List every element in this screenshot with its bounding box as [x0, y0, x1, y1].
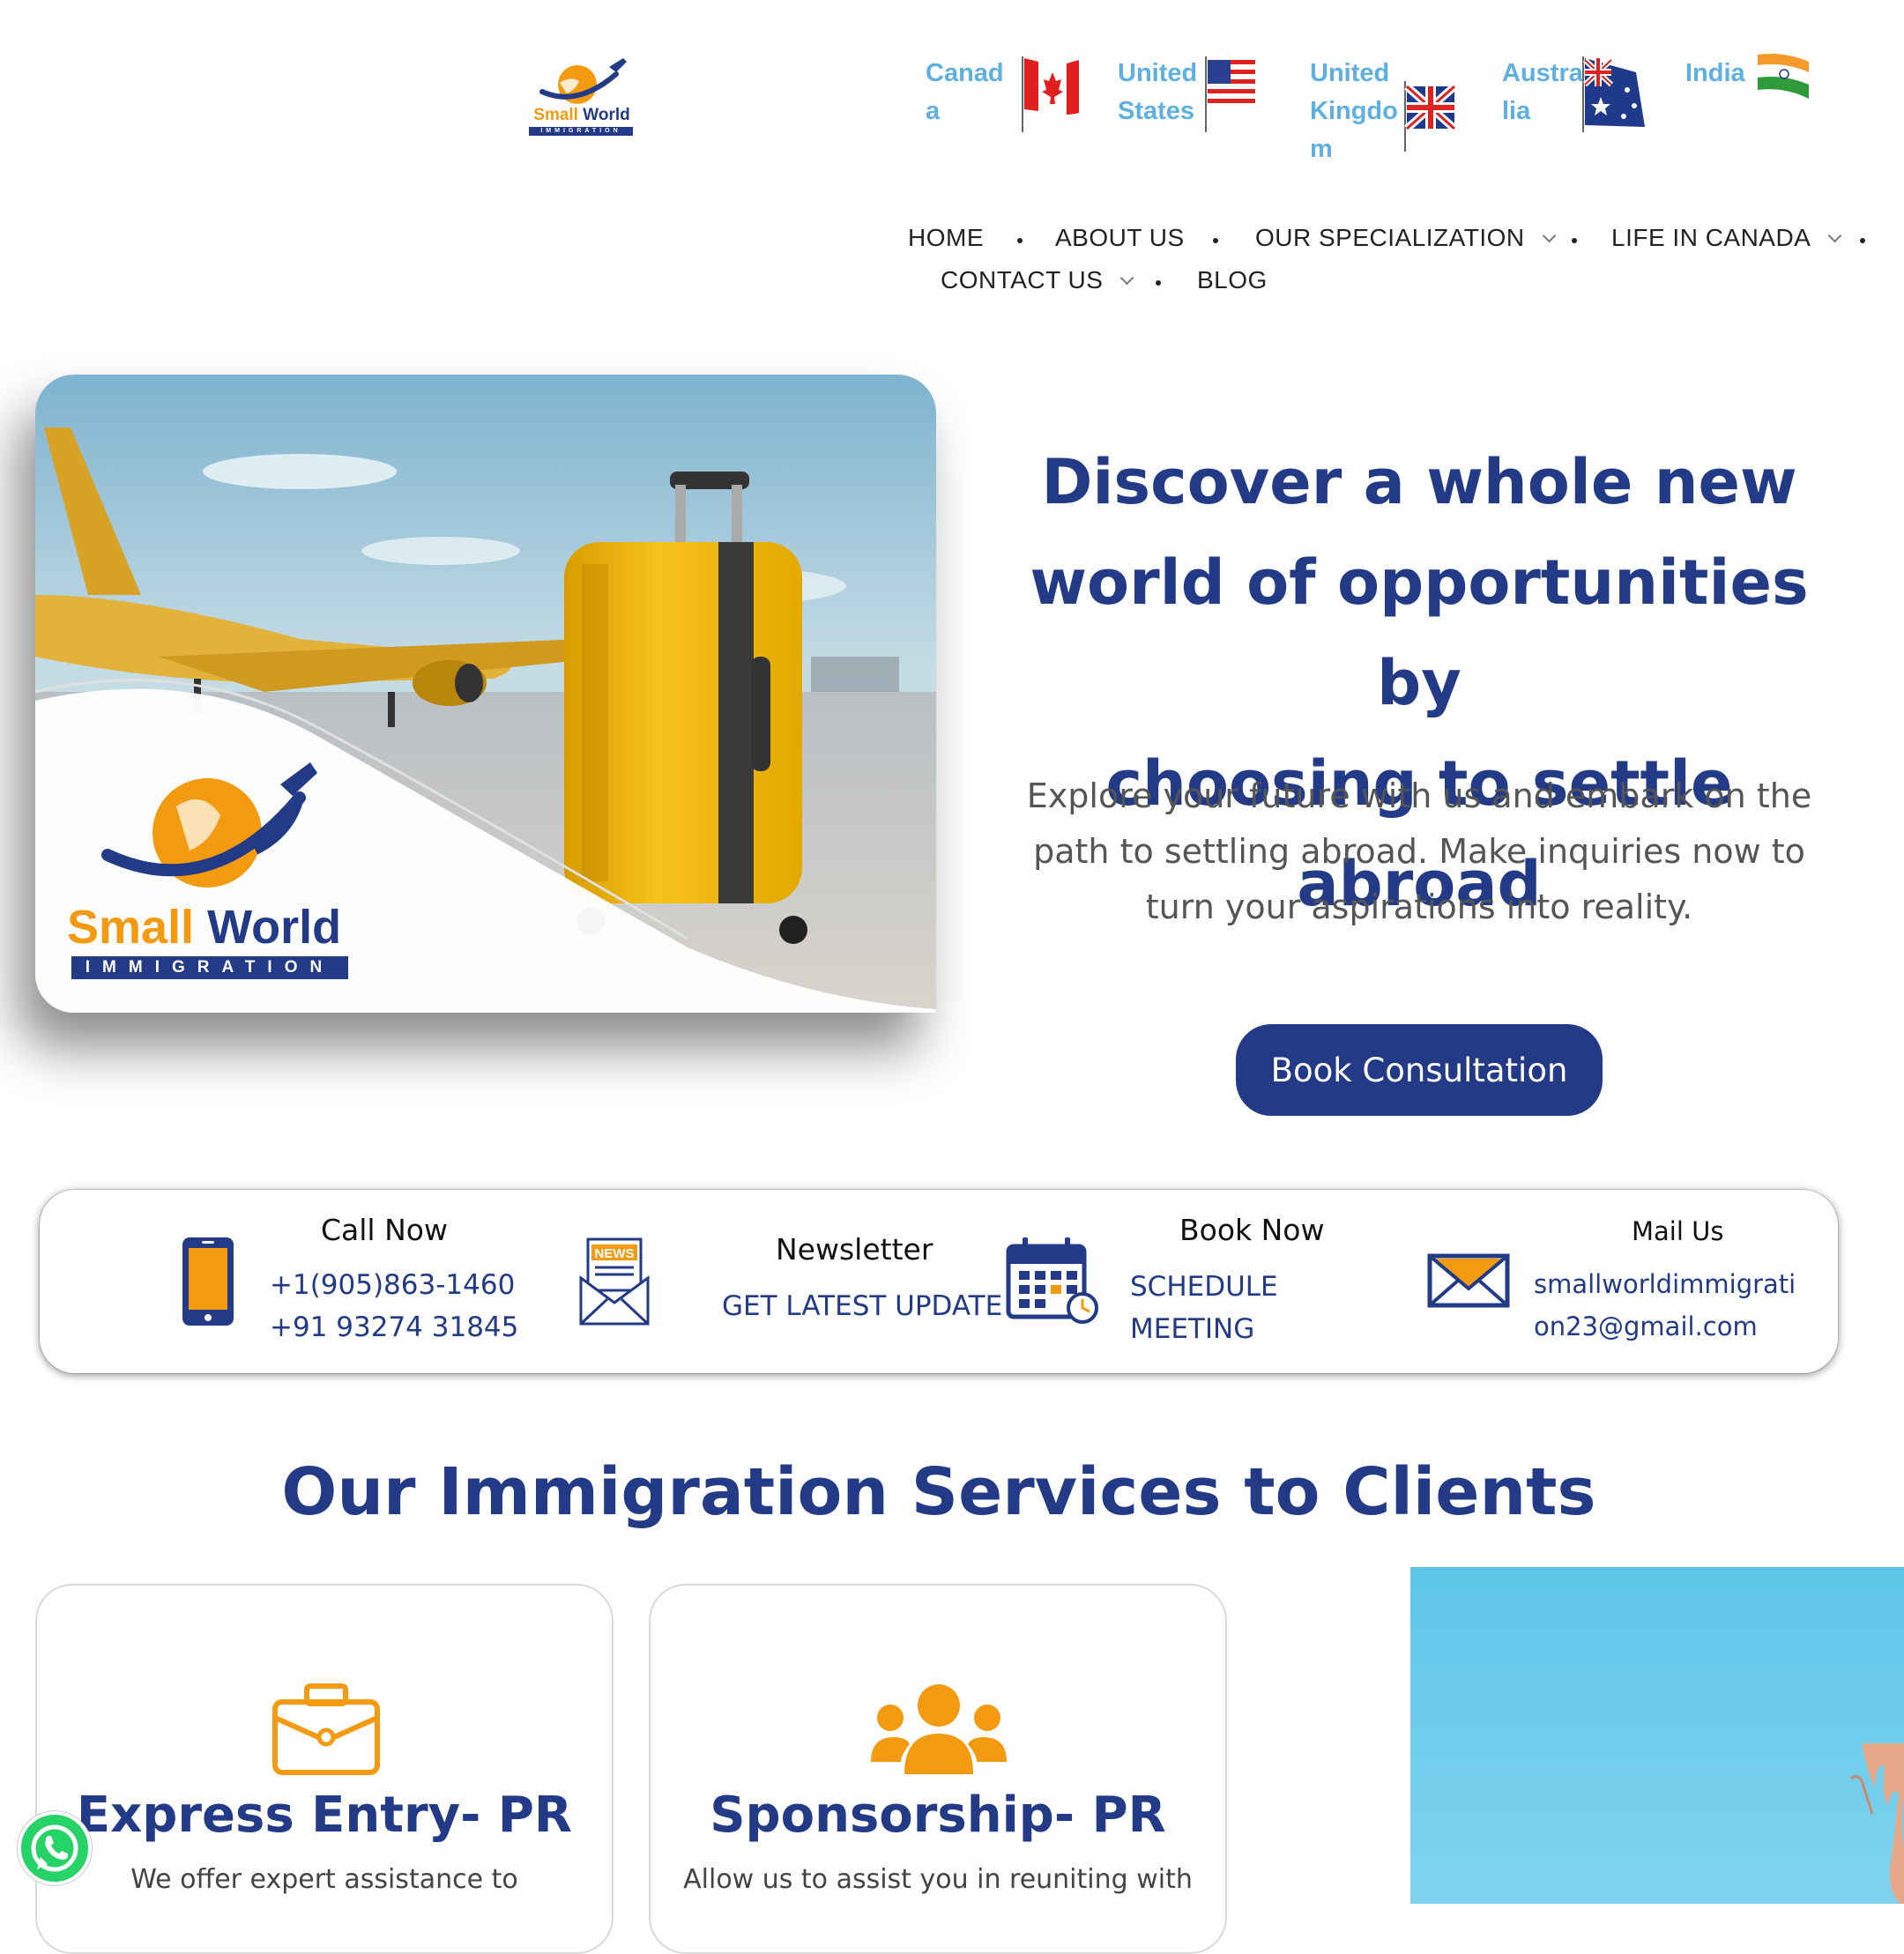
site-logo[interactable]: Small World IMMIGRATION — [524, 55, 639, 143]
schedule-meeting-link-line2[interactable]: MEETING — [1130, 1313, 1254, 1345]
service-description: We offer expert assistance to — [130, 1864, 518, 1895]
hero-subtitle: Explore your future with us and embark o… — [1014, 769, 1825, 935]
briefcase-icon — [272, 1683, 380, 1775]
raised-hand-shape — [1849, 1743, 1904, 1904]
uk-flag-icon — [1404, 81, 1456, 152]
schedule-meeting-link[interactable]: SCHEDULE — [1130, 1271, 1278, 1303]
hero-subtitle-line: turn your aspirations into reality. — [1145, 888, 1693, 926]
whatsapp-button[interactable] — [18, 1811, 92, 1885]
nav-row-1: HOME ABOUT US OUR SPECIALIZATION LIFE IN… — [881, 219, 1904, 257]
canada-flag-icon — [1022, 56, 1079, 132]
country-label: Australia — [1502, 59, 1583, 125]
email-address-line2[interactable]: on23@gmail.com — [1534, 1311, 1758, 1341]
nav-our-specialization[interactable]: OUR SPECIALIZATION — [1255, 224, 1556, 252]
usa-flag-icon — [1205, 56, 1255, 132]
hero-title-line: Discover a whole new — [1041, 446, 1797, 518]
country-label: India — [1685, 59, 1745, 87]
chevron-down-icon — [1542, 228, 1556, 243]
chevron-down-icon — [1120, 271, 1134, 286]
service-description: Allow us to assist you in reuniting with — [683, 1864, 1193, 1895]
nav-label: CONTACT US — [941, 266, 1104, 293]
card-logo-subtitle: IMMIGRATION — [71, 956, 348, 979]
nav-blog[interactable]: BLOG — [1197, 266, 1268, 294]
hero-subtitle-line: path to settling abroad. Make inquiries … — [1033, 832, 1805, 871]
australia-flag-icon — [1582, 56, 1645, 132]
logo-subtitle: IMMIGRATION — [529, 127, 633, 136]
suitcase-shape — [564, 472, 807, 944]
contact-strip: Call Now +1(905)863-1460 +91 93274 31845… — [40, 1190, 1838, 1373]
country-united-kingdom[interactable]: United Kingdom — [1310, 55, 1460, 169]
newsletter-icon: NEWS — [579, 1237, 650, 1326]
phone-number-india[interactable]: +91 93274 31845 — [270, 1311, 518, 1343]
nav-separator — [1156, 280, 1161, 286]
mail-us-title: Mail Us — [1632, 1216, 1724, 1246]
services-heading: Our Immigration Services to Clients — [281, 1454, 1596, 1530]
services-side-image — [1410, 1567, 1904, 1904]
newsletter-title: Newsletter — [776, 1232, 933, 1267]
country-label: United Kingdom — [1310, 59, 1398, 163]
nav-label: LIFE IN CANADA — [1611, 224, 1811, 251]
nav-home[interactable]: HOME — [908, 224, 984, 252]
country-india[interactable]: India — [1685, 54, 1818, 169]
nav-contact-us[interactable]: CONTACT US — [941, 266, 1134, 294]
call-now-item[interactable]: Call Now +1(905)863-1460 +91 93274 31845 — [40, 1190, 533, 1373]
nav-separator — [1860, 238, 1865, 243]
hero-subtitle-line: Explore your future with us and embark o… — [1026, 776, 1812, 815]
calendar-icon — [1006, 1237, 1098, 1324]
book-consultation-button[interactable]: Book Consultation — [1236, 1024, 1603, 1116]
country-label: United States — [1118, 59, 1198, 125]
nav-separator — [1017, 238, 1023, 243]
email-address[interactable]: smallworldimmigrati — [1534, 1269, 1796, 1299]
nav-row-2: CONTACT US BLOG — [881, 261, 1904, 300]
newsletter-item[interactable]: NEWS Newsletter GET LATEST UPDATE — [533, 1190, 1002, 1373]
group-users-icon — [871, 1684, 1007, 1774]
service-card-sponsorship[interactable]: Sponsorship- PR Allow us to assist you i… — [649, 1584, 1227, 1954]
country-label: Canada — [926, 59, 1004, 125]
logo-wordmark: Small World — [533, 106, 630, 124]
country-australia[interactable]: Australia — [1502, 55, 1652, 169]
hero-title-line: world of opportunities by — [1030, 546, 1809, 719]
hero-image: Small World IMMIGRATION — [35, 375, 936, 1013]
whatsapp-icon — [31, 1824, 78, 1872]
india-flag-icon — [1758, 54, 1809, 99]
card-logo-wordmark: Small World — [67, 901, 342, 954]
service-card-express-entry[interactable]: Express Entry- PR We offer expert assist… — [35, 1584, 614, 1954]
newsletter-subscribe-link[interactable]: GET LATEST UPDATE — [722, 1290, 1002, 1322]
nav-about-us[interactable]: ABOUT US — [1055, 224, 1185, 252]
phone-number-canada[interactable]: +1(905)863-1460 — [270, 1269, 515, 1301]
nav-separator — [1572, 238, 1577, 243]
envelope-icon — [1427, 1253, 1510, 1308]
phone-icon — [182, 1237, 234, 1326]
service-title: Express Entry- PR — [76, 1787, 573, 1844]
nav-separator — [1213, 238, 1218, 243]
book-now-title: Book Now — [1179, 1213, 1325, 1247]
mail-us-item[interactable]: Mail Us smallworldimmigrati on23@gmail.c… — [1415, 1190, 1838, 1373]
book-now-item[interactable]: Book Now SCHEDULE MEETING — [1000, 1190, 1415, 1373]
svg-text:NEWS: NEWS — [595, 1246, 635, 1261]
service-title: Sponsorship- PR — [710, 1787, 1166, 1844]
call-now-title: Call Now — [321, 1213, 448, 1247]
nav-life-in-canada[interactable]: LIFE IN CANADA — [1611, 224, 1842, 252]
country-canada[interactable]: Canada — [926, 55, 1093, 169]
country-united-states[interactable]: United States — [1118, 55, 1268, 169]
chevron-down-icon — [1828, 228, 1842, 243]
nav-label: OUR SPECIALIZATION — [1255, 224, 1525, 251]
